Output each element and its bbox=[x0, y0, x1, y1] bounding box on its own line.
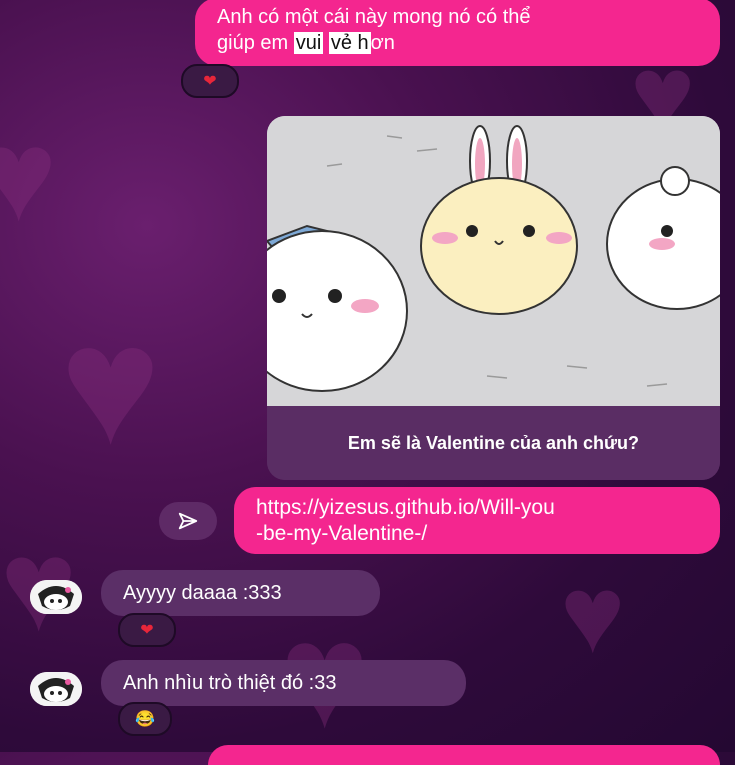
heart-icon: ❤ bbox=[140, 622, 154, 639]
incoming-message[interactable]: Ayyyy daaaa :333 bbox=[101, 570, 380, 616]
highlighted-text: vui bbox=[293, 32, 324, 54]
heart-reaction[interactable]: ❤ bbox=[118, 613, 176, 647]
laugh-emoji-icon: 😂 bbox=[135, 711, 155, 728]
message-text-line: Anh có một cái này mong nó có thể bbox=[217, 6, 531, 28]
avatar-icon bbox=[30, 580, 82, 614]
outgoing-link-message[interactable]: https://yizesus.github.io/Will-you -be-m… bbox=[234, 487, 720, 554]
message-text: Anh nhìu trò thiệt đó :33 bbox=[123, 671, 337, 694]
cartoon-characters-illustration bbox=[267, 116, 720, 406]
send-icon bbox=[178, 512, 198, 530]
link-preview-card[interactable]: Em sẽ là Valentine của anh chứu? bbox=[267, 116, 720, 480]
link-text-line[interactable]: https://yizesus.github.io/Will-you bbox=[256, 495, 698, 521]
outgoing-message[interactable]: Anh có một cái này mong nó có thể giúp e… bbox=[195, 0, 720, 66]
heart-reaction[interactable]: ❤ bbox=[181, 64, 239, 98]
highlighted-text: vẻ h bbox=[328, 32, 371, 54]
link-text-line[interactable]: -be-my-Valentine-/ bbox=[256, 521, 698, 547]
preview-caption: Em sẽ là Valentine của anh chứu? bbox=[267, 406, 720, 480]
message-text: ơn bbox=[370, 32, 395, 54]
laugh-reaction[interactable]: 😂 bbox=[118, 702, 172, 736]
message-text: Ayyyy daaaa :333 bbox=[123, 581, 282, 604]
avatar[interactable] bbox=[30, 580, 82, 614]
avatar[interactable] bbox=[30, 672, 82, 706]
background-heart: ♥ bbox=[0, 102, 58, 248]
share-button[interactable] bbox=[159, 502, 217, 540]
preview-image bbox=[267, 116, 720, 406]
message-text-line: giúp em vui vẻ h ơn bbox=[217, 30, 698, 56]
background-heart: ♥ bbox=[560, 553, 626, 676]
message-text: giúp em bbox=[217, 32, 294, 54]
heart-icon: ❤ bbox=[203, 73, 217, 90]
avatar-icon bbox=[30, 672, 82, 706]
background-heart: ♥ bbox=[60, 290, 161, 480]
outgoing-message-partial[interactable] bbox=[208, 745, 720, 765]
incoming-message[interactable]: Anh nhìu trò thiệt đó :33 bbox=[101, 660, 466, 706]
